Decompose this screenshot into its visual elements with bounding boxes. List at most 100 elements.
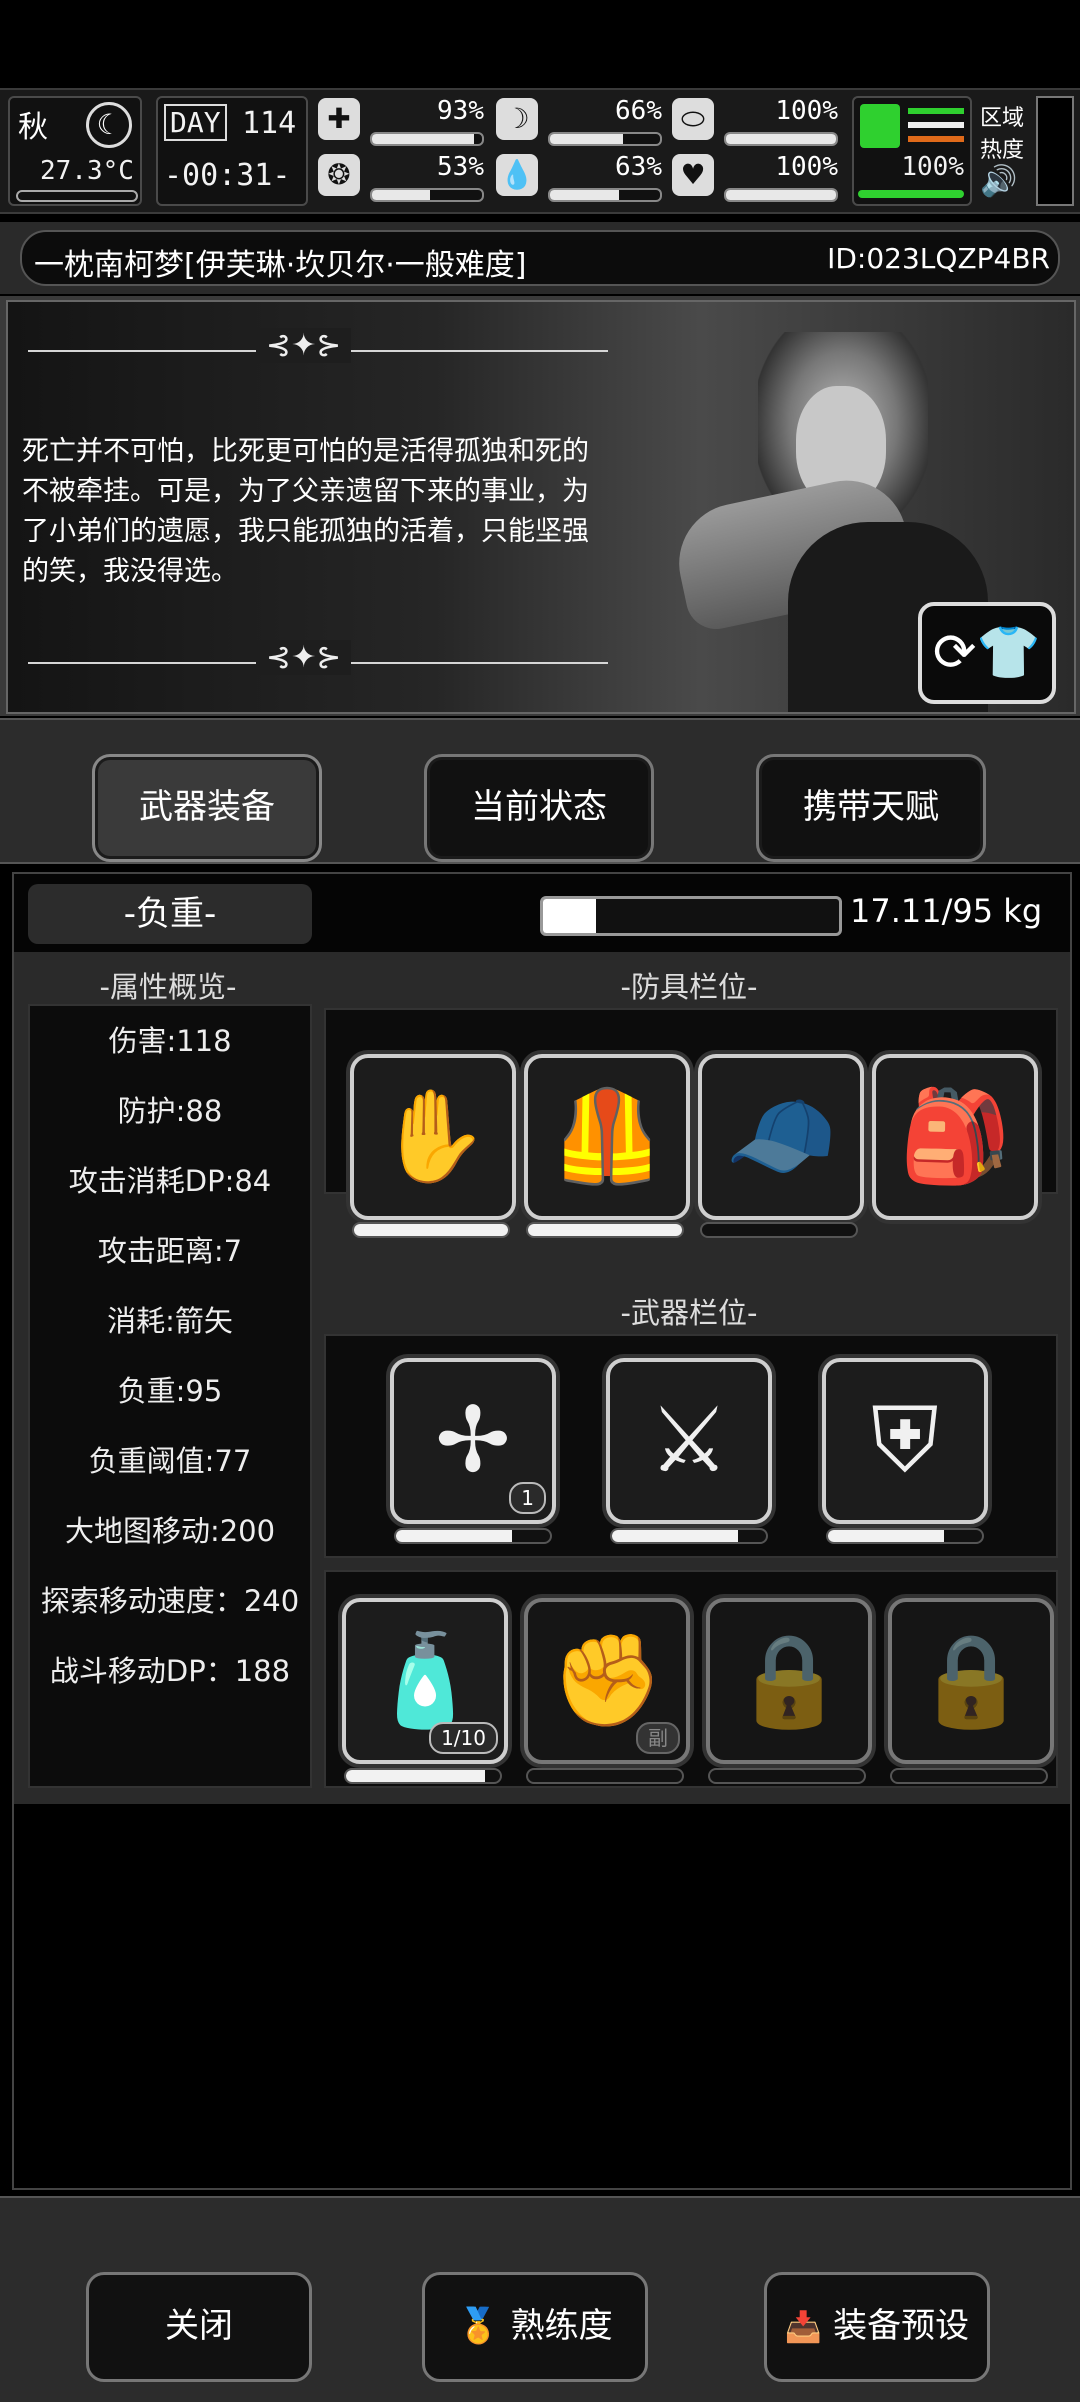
weight-label: -负重- <box>28 884 312 944</box>
armor-slots: ✋ 🦺 🧢 🎒 <box>324 1008 1058 1238</box>
heart-value: 100% <box>775 152 838 182</box>
heart-bar <box>724 188 838 202</box>
character-name: 一枕南柯梦[伊芙琳·坎贝尔·一般难度] <box>34 248 527 283</box>
shield-icon: ⛨ <box>871 1388 939 1493</box>
day-number: 114 <box>242 106 297 141</box>
item-slots: 🧴 1/10 ✊ 副 🔒 🔒 <box>324 1570 1058 1788</box>
sanity-bar <box>370 188 484 202</box>
story-quote: 死亡并不可怕，比死更可怕的是活得孤独和死的不被牵挂。可是，为了父亲遗留下来的事业… <box>22 436 589 587</box>
stat-heart: ♥ 100% <box>672 152 842 204</box>
secondary-badge: 副 <box>636 1722 680 1754</box>
item-durability-locked-2 <box>890 1768 1048 1784</box>
item-count-badge: 1/10 <box>429 1722 498 1754</box>
health-bar <box>370 132 484 146</box>
preset-button[interactable]: 📥 装备预设 <box>764 2272 990 2382</box>
refresh-shirt-icon: ⟳👕 <box>932 623 1042 683</box>
pill-icon: ⬭ <box>672 98 714 140</box>
clock-time: -00:31- <box>164 158 291 193</box>
story-panel: ⊰✦⊱ 死亡并不可怕，比死更可怕的是活得孤独和死的不被牵挂。可是，为了父亲遗留下… <box>0 296 1080 716</box>
stripe-icon <box>908 108 964 114</box>
hunger-bar <box>548 132 662 146</box>
armor-slot-vest[interactable]: 🦺 <box>524 1054 690 1220</box>
item-slot-locked-2[interactable]: 🔒 <box>888 1598 1054 1764</box>
stat-health: ✚ 93% <box>318 96 488 148</box>
season-panel: 秋 ☾ 27.3°C <box>8 96 142 206</box>
ammo-count-badge: 1 <box>509 1482 546 1514</box>
stomach-icon: ☽ <box>496 98 538 140</box>
day-panel: DAY 114 -00:31- <box>156 96 308 206</box>
title-frame: 一枕南柯梦[伊芙琳·坎贝尔·一般难度] ID:023LQZP4BR <box>20 230 1060 286</box>
weapon-slot-crossbow[interactable]: ✢ 1 <box>390 1358 556 1524</box>
attr-combat-move: 战斗移动DP：188 <box>49 1654 291 1688</box>
equipment-panel: -负重- 17.11/95 kg -属性概览- 伤害:118 防护:88 攻击消… <box>12 872 1072 2190</box>
hunger-value: 66% <box>615 96 662 126</box>
status-hud: 秋 ☾ 27.3°C DAY 114 -00:31- ✚ 93% ☽ 66% ⬭… <box>0 88 1080 214</box>
brain-icon: ❂ <box>318 154 360 196</box>
armor-slot-backpack[interactable]: 🎒 <box>872 1054 1038 1220</box>
weapon-slots: ✢ 1 ⚔ ⛨ <box>324 1334 1058 1558</box>
armor-header: -防具栏位- <box>620 970 758 1004</box>
stat-sanity: ❂ 53% <box>318 152 488 204</box>
zone-panel[interactable]: 区域 热度 🔊 <box>980 100 1032 200</box>
item-slot-bottle[interactable]: 🧴 1/10 <box>342 1598 508 1764</box>
item-slot-locked-1[interactable]: 🔒 <box>706 1598 872 1764</box>
stamina-value: 100% <box>901 152 964 182</box>
attributes-list: 伤害:118 防护:88 攻击消耗DP:84 攻击距离:7 消耗:箭矢 负重:9… <box>28 1004 312 1788</box>
item-durability-locked-1 <box>708 1768 866 1784</box>
lock-icon: 🔒 <box>914 1628 1028 1733</box>
empty-area <box>14 1804 1070 2188</box>
attr-ammo: 消耗:箭矢 <box>107 1304 233 1338</box>
stamina-bar <box>858 190 964 198</box>
heat-label: 热度 <box>980 138 1025 163</box>
stat-thirst: 💧 63% <box>496 152 666 204</box>
close-button[interactable]: 关闭 <box>86 2272 312 2382</box>
medicine-bar <box>724 132 838 146</box>
moon-icon: ☾ <box>86 102 132 148</box>
health-value: 93% <box>437 96 484 126</box>
ornament-bottom-icon: ⊰✦⊱ <box>256 640 352 675</box>
preset-icon: 📥 <box>784 2310 823 2345</box>
attr-damage: 伤害:118 <box>108 1024 232 1058</box>
stat-hunger: ☽ 66% <box>496 96 666 148</box>
story-frame: ⊰✦⊱ 死亡并不可怕，比死更可怕的是活得孤独和死的不被牵挂。可是，为了父亲遗留下… <box>6 300 1076 714</box>
speaker-icon[interactable]: 🔊 <box>980 164 1032 199</box>
tab-weapons-equipment[interactable]: 武器装备 <box>92 754 322 862</box>
stamina-panel: 100% <box>852 96 972 206</box>
attr-attack-range: 攻击距离:7 <box>97 1234 243 1268</box>
lock-icon: 🔒 <box>732 1628 846 1733</box>
boot-icon <box>860 104 900 148</box>
weapons-header: -武器栏位- <box>620 1296 758 1330</box>
weapon-durability-katana <box>610 1528 768 1544</box>
footer-bar: 关闭 🏅 熟练度 📥 装备预设 <box>0 2196 1080 2402</box>
proficiency-label: 熟练度 <box>510 2306 613 2346</box>
weight-value: 17.11/95 kg <box>850 892 1043 930</box>
armor-durability-cap <box>700 1222 858 1238</box>
title-bar: 一枕南柯梦[伊芙琳·坎贝尔·一般难度] ID:023LQZP4BR <box>0 222 1080 294</box>
save-id: ID:023LQZP4BR <box>827 242 1050 275</box>
tab-current-status[interactable]: 当前状态 <box>424 754 654 862</box>
tab-talents[interactable]: 携带天赋 <box>756 754 986 862</box>
attr-capacity-threshold: 负重阈值:77 <box>88 1444 252 1478</box>
attr-map-move: 大地图移动:200 <box>64 1514 276 1548</box>
armor-slot-gloves[interactable]: ✋ <box>350 1054 516 1220</box>
cap-icon: 🧢 <box>724 1084 838 1189</box>
gloves-icon: ✋ <box>376 1084 490 1189</box>
outfit-change-button[interactable]: ⟳👕 <box>918 602 1056 704</box>
thirst-bar <box>548 188 662 202</box>
attr-capacity: 负重:95 <box>117 1374 223 1408</box>
weapon-slot-katana[interactable]: ⚔ <box>606 1358 772 1524</box>
weight-row: -负重- 17.11/95 kg <box>14 874 1070 952</box>
thermometer-icon <box>16 190 138 202</box>
attr-attack-cost: 攻击消耗DP:84 <box>68 1164 272 1198</box>
item-slot-secondary[interactable]: ✊ 副 <box>524 1598 690 1764</box>
proficiency-button[interactable]: 🏅 熟练度 <box>422 2272 648 2382</box>
item-durability-secondary <box>526 1768 684 1784</box>
temperature-value: 27.3°C <box>40 156 134 186</box>
item-durability-bottle <box>344 1768 502 1784</box>
weapon-slot-shield[interactable]: ⛨ <box>822 1358 988 1524</box>
sanity-value: 53% <box>437 152 484 182</box>
armor-slot-cap[interactable]: 🧢 <box>698 1054 864 1220</box>
water-drop-icon: 💧 <box>496 154 538 196</box>
weight-bar <box>540 896 842 936</box>
season-label: 秋 <box>18 110 48 145</box>
